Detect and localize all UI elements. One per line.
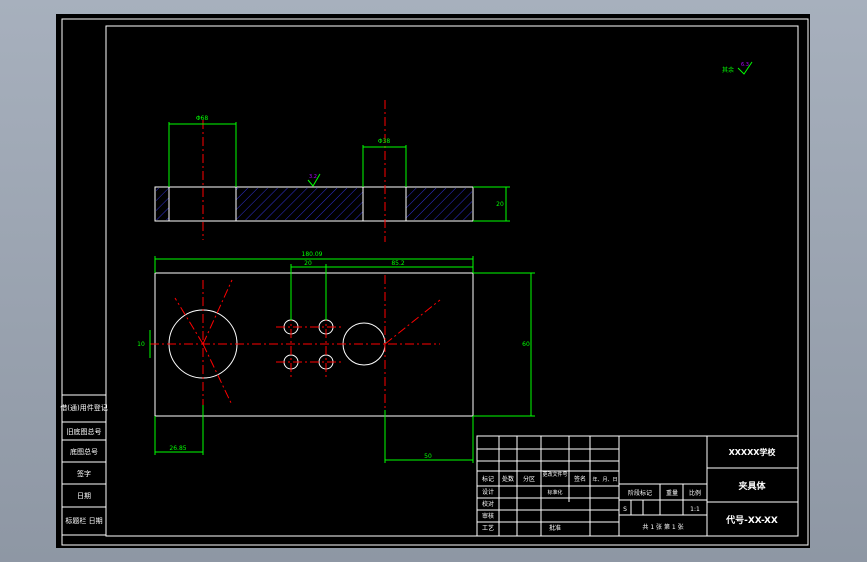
dim-small-holes-span: 20	[304, 260, 312, 267]
sheet-count: 共 1 张 第 1 张	[642, 523, 683, 531]
header-count: 处数	[502, 475, 514, 483]
hatch-right	[406, 188, 472, 220]
role-design: 设计	[482, 488, 494, 496]
dim-hole-left-dia: Φ68	[196, 115, 209, 122]
drawing-code: 代号-XX-XX	[725, 514, 778, 526]
label-standardize: 标准化	[547, 489, 562, 496]
side-row-6: 标题栏 日期	[65, 516, 102, 525]
value-scale: 1:1	[690, 506, 700, 513]
dim-holes-to-right: 85.2	[391, 260, 405, 267]
role-process: 工艺	[482, 524, 494, 532]
dim-section-thickness: 20	[496, 201, 504, 208]
dim-overall-length: 180.09	[302, 251, 323, 258]
cad-drawing-canvas: 借(通)用件登记 旧底图总号 底图总号 签字 日期 标题栏 日期 其余 6.3	[56, 14, 810, 548]
label-weight: 重量	[666, 489, 678, 497]
side-row-4: 签字	[77, 469, 91, 478]
side-row-1: 借(通)用件登记	[60, 403, 107, 412]
dim-hole-right-dia: Φ38	[378, 138, 391, 145]
role-review: 审核	[482, 512, 494, 520]
dim-bottom-right: 50	[424, 453, 432, 460]
side-row-3: 底图总号	[70, 447, 98, 456]
header-zone: 分区	[523, 475, 535, 483]
header-change-doc: 更改文件号	[542, 471, 567, 478]
label-approve: 批准	[549, 524, 561, 532]
header-mark: 标记	[482, 475, 494, 483]
side-row-2: 旧底图总号	[67, 427, 102, 436]
value-stage: S	[623, 506, 627, 513]
section-roughness-value: 3.2	[309, 174, 317, 180]
school-name: XXXXX学校	[729, 447, 777, 457]
hatch-middle	[236, 188, 363, 220]
surface-finish-value: 6.3	[741, 62, 749, 68]
drawing-sheet	[56, 14, 810, 548]
dim-right-height: 60	[522, 341, 530, 348]
role-check: 校对	[482, 500, 494, 508]
header-sign: 签名	[574, 475, 586, 483]
label-scale: 比例	[689, 489, 701, 497]
surface-finish-label: 其余	[722, 66, 734, 74]
part-name: 夹具体	[738, 480, 766, 492]
side-row-5: 日期	[77, 492, 91, 500]
header-date: 年、月、日	[592, 476, 617, 483]
dim-bottom-left: 26.85	[169, 445, 186, 452]
hatch-left	[156, 188, 169, 220]
dim-left-height: 10	[137, 341, 145, 348]
label-stage-mark: 阶段标记	[628, 489, 652, 497]
